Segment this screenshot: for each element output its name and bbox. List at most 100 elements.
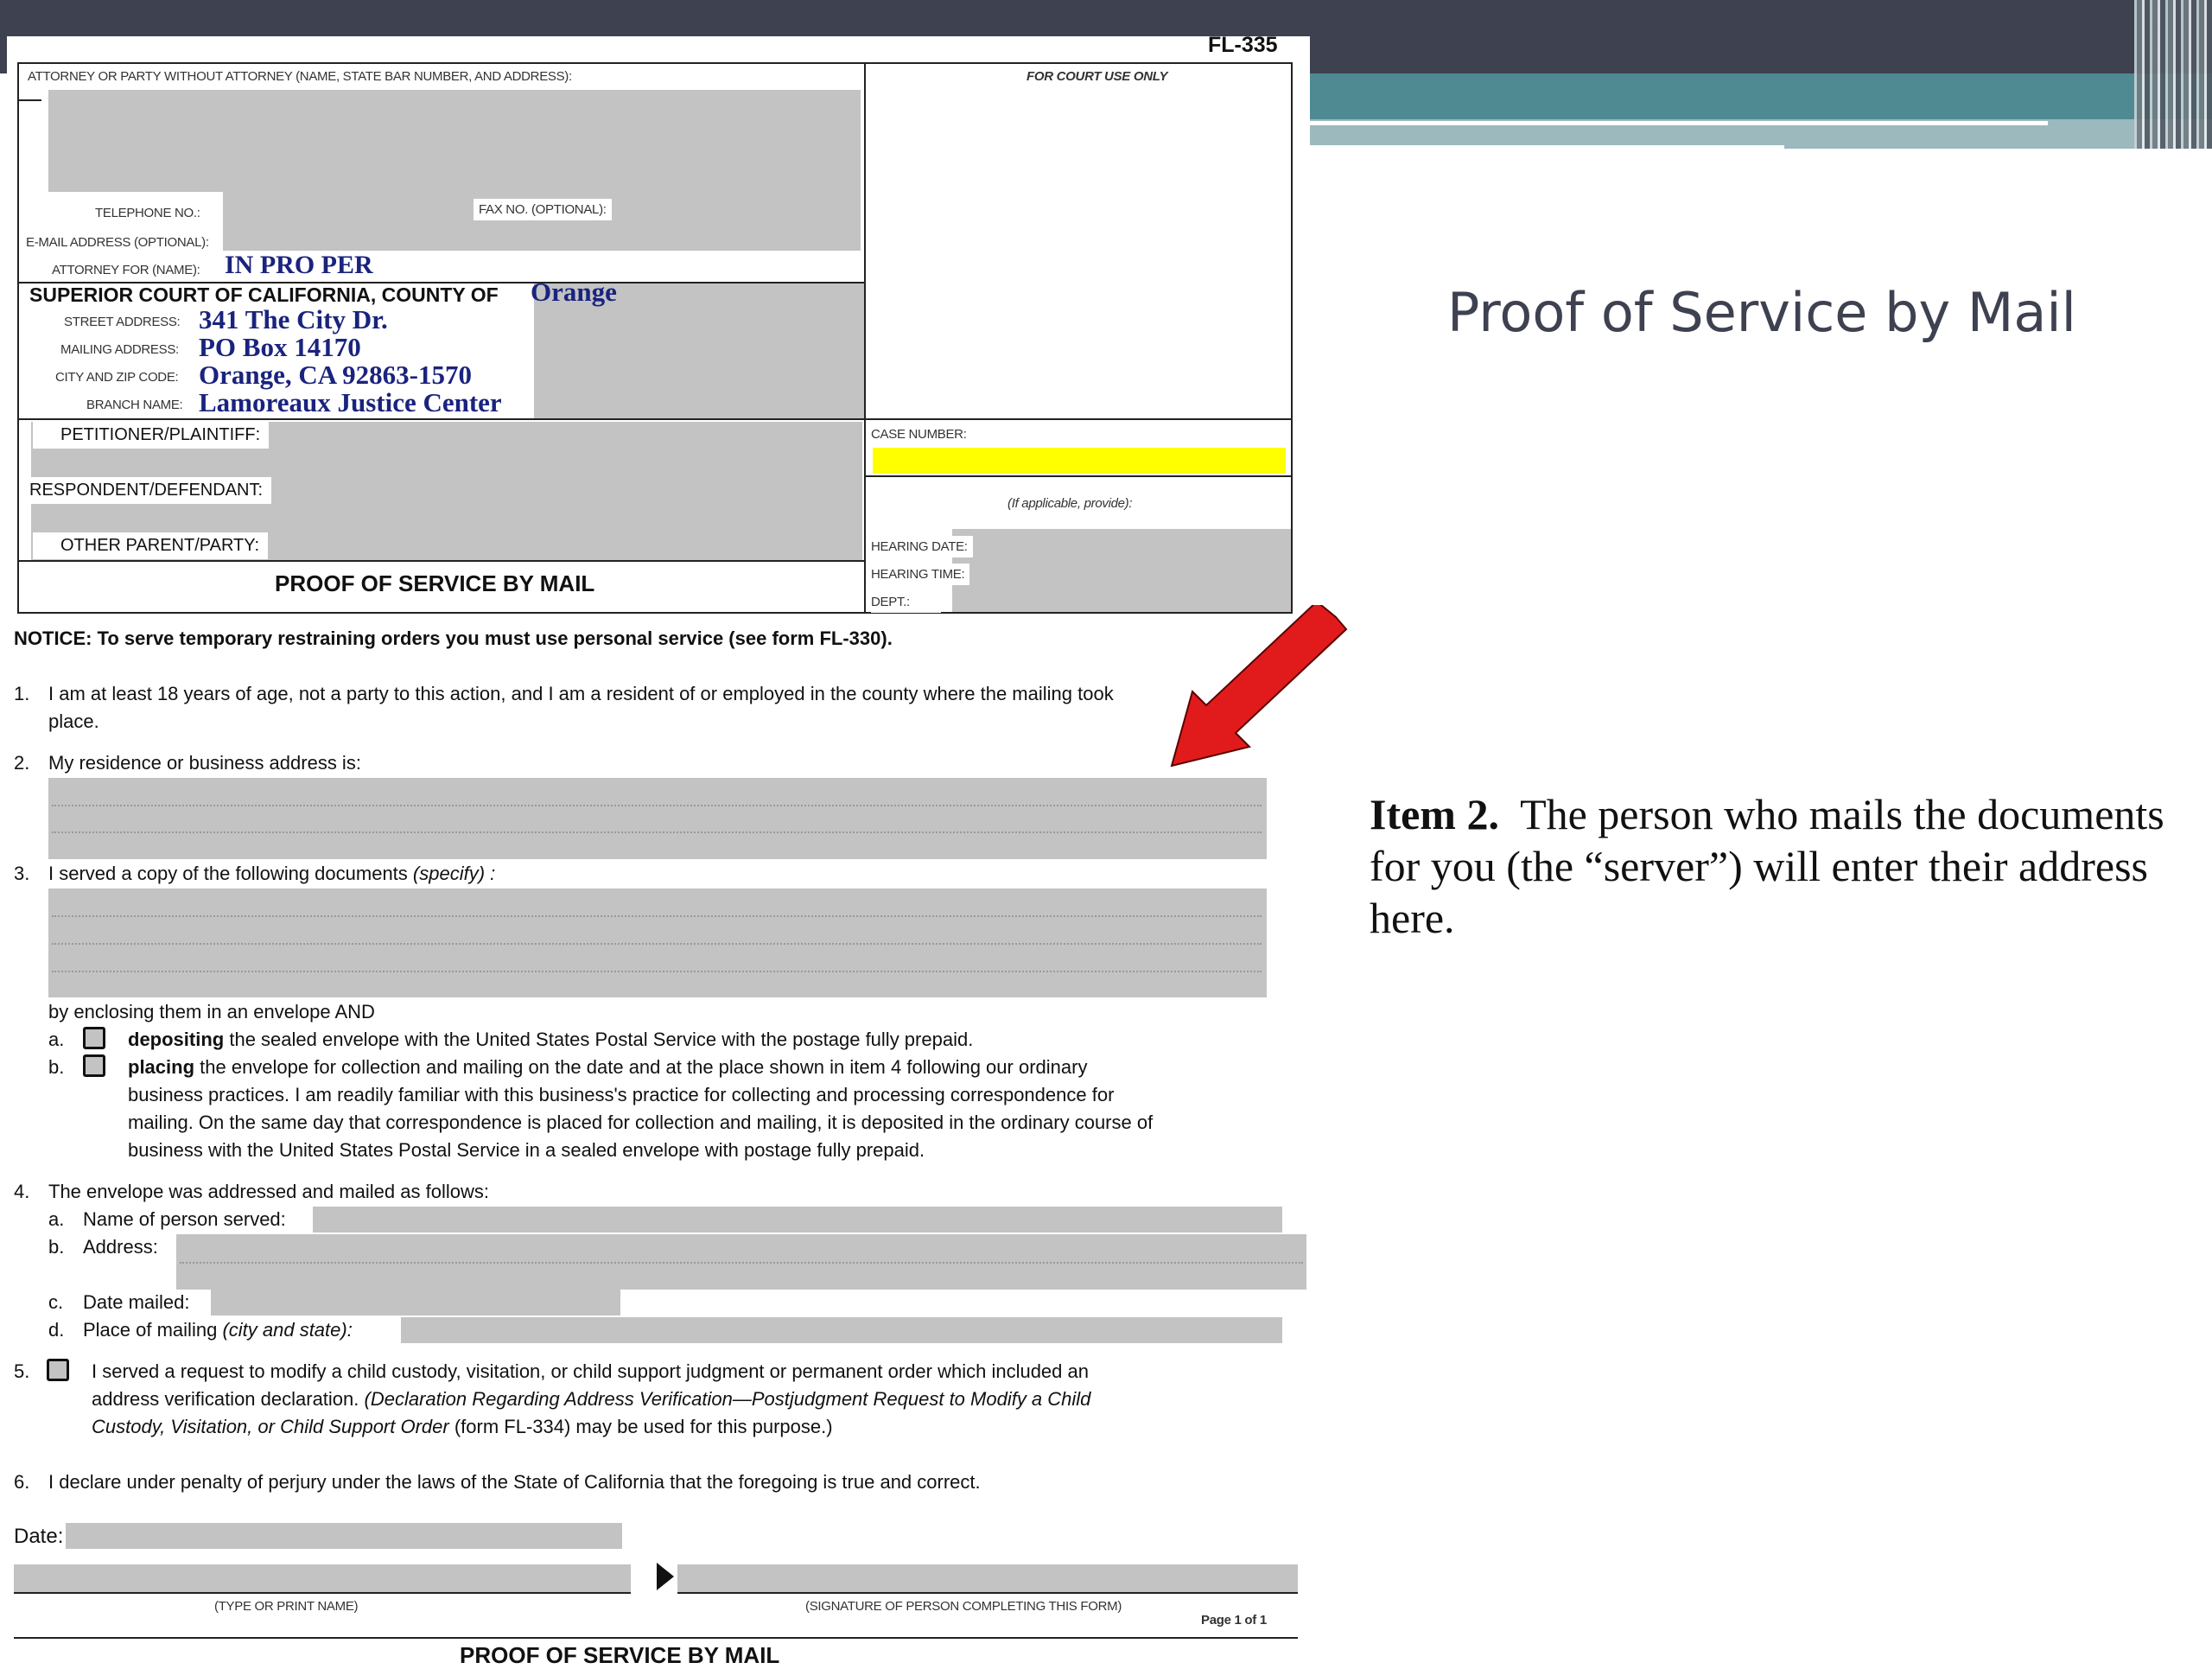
court-use-box [864,62,1293,420]
item4a-letter: a. [48,1208,65,1230]
form-fl335: FL-335 ATTORNEY OR PARTY WITHOUT ATTORNE… [7,33,1310,1668]
item4-number: 4. [14,1181,30,1202]
email-label: E-MAIL ADDRESS (Optional): [26,235,209,250]
form-title: PROOF OF SERVICE BY MAIL [275,570,595,596]
slide-caption: Item 2. The person who mails the documen… [1370,788,2182,944]
item3-specify: (specify) : [412,863,496,884]
mailing-label: MAILING ADDRESS: [60,342,179,357]
field-rule [52,971,1262,972]
item4c-letter: c. [48,1291,64,1313]
street-value[interactable]: 341 The City Dr. [199,304,388,335]
field-rule [52,805,1262,806]
item5-text-d: (form FL-334) may be used for this purpo… [454,1416,833,1437]
county-value[interactable]: Orange [531,277,617,308]
fax-label: FAX NO. (Optional): [474,199,612,220]
court-use-label: FOR COURT USE ONLY [1027,69,1168,84]
item5-text-cont: Custody, Visitation, or Child Support Or… [92,1416,833,1438]
petitioner-label: PETITIONER/PLAINTIFF: [33,422,270,449]
option-b-text-cont: mailing. On the same day that correspond… [128,1112,1154,1133]
hearing-fields[interactable] [952,529,1291,612]
item1-text: I am at least 18 years of age, not a par… [48,683,1114,704]
item5-number: 5. [14,1360,30,1382]
item5-text: I served a request to modify a child cus… [92,1360,1089,1382]
option-b-letter: b. [48,1056,65,1078]
option-a-bold: depositing [128,1029,225,1050]
field-rule [52,915,1262,917]
item3-text-main: I served a copy of the following documen… [48,863,408,884]
item3-number: 3. [14,863,30,884]
item1-number: 1. [14,683,30,704]
print-name-field[interactable] [14,1564,631,1592]
option-a-checkbox[interactable] [83,1027,105,1049]
server-address-field[interactable] [48,778,1267,859]
attorney-for-value[interactable]: IN PRO PER [225,251,373,280]
page-number: Page 1 of 1 [1201,1613,1267,1628]
enclosing-text: by enclosing them in an envelope AND [48,1001,375,1022]
divider [19,99,41,101]
slide-accent-line [1309,145,1784,149]
item4d-hint: (city and state): [222,1319,353,1341]
place-mailing-field[interactable] [401,1317,1282,1343]
option-b-text-cont: business with the United States Postal S… [128,1139,925,1161]
date-mailed-field[interactable] [211,1290,620,1315]
mailing-value[interactable]: PO Box 14170 [199,332,361,363]
case-number-label: CASE NUMBER: [871,427,967,442]
item4b-label: Address: [83,1236,158,1258]
person-served-field[interactable] [313,1207,1282,1233]
city-value[interactable]: Orange, CA 92863-1570 [199,360,472,391]
item5-text-a: address verification declaration. [92,1388,359,1410]
item5-checkbox[interactable] [47,1359,69,1381]
red-arrow-icon [1170,605,1348,768]
item3-text: I served a copy of the following documen… [48,863,495,885]
item2-text: My residence or business address is: [48,752,361,774]
signature-arrow-icon [657,1563,674,1590]
date-field[interactable] [66,1523,622,1549]
if-applicable-label: (If applicable, provide): [1007,496,1133,511]
option-b-bold: placing [128,1056,195,1078]
signature-rule [677,1592,1298,1594]
item4b-letter: b. [48,1236,65,1258]
item5-text-c: Custody, Visitation, or Child Support Or… [92,1416,449,1437]
slide-title: Proof of Service by Mail [1447,281,2076,344]
item4a-label: Name of person served: [83,1208,286,1230]
item5-text-cont: address verification declaration. (Decla… [92,1388,1090,1411]
other-parent-label: OTHER PARENT/PARTY: [33,532,269,559]
attorney-for-label: ATTORNEY FOR (Name): [52,263,200,277]
option-b-checkbox[interactable] [83,1054,105,1077]
case-number-field[interactable] [873,448,1286,474]
court-label: SUPERIOR COURT OF CALIFORNIA, COUNTY OF [29,283,499,306]
print-name-rule [14,1592,631,1594]
caption-bold: Item 2. [1370,790,1499,838]
date-label: Date: [14,1525,64,1548]
item1-text-cont: place. [48,710,99,732]
print-name-label: (TYPE OR PRINT NAME) [214,1599,359,1614]
option-b-text-cont: business practices. I am readily familia… [128,1084,1115,1105]
city-label: CITY AND ZIP CODE: [55,370,179,385]
slide-accent-band [1309,73,2212,119]
branch-label: BRANCH NAME: [86,398,183,412]
signature-field[interactable] [677,1564,1298,1592]
attorney-name-field[interactable] [48,90,861,192]
field-rule [180,1262,1303,1264]
attorney-label: ATTORNEY OR PARTY WITHOUT ATTORNEY (Name… [28,69,572,84]
form-id: FL-335 [1208,33,1278,57]
branch-value[interactable]: Lamoreaux Justice Center [199,387,502,418]
option-b-desc: the envelope for collection and mailing … [200,1056,1088,1078]
hearing-date-label: HEARING DATE: [871,536,973,557]
notice: NOTICE: To serve temporary restraining o… [14,627,893,649]
respondent-label: RESPONDENT/DEFENDANT: [19,477,272,504]
option-a-text: depositing the sealed envelope with the … [128,1029,973,1051]
item4d-label: Place of mailing (city and state): [83,1319,353,1341]
footer-title: PROOF OF SERVICE BY MAIL [460,1642,780,1668]
slide-accent-line [1309,121,2048,125]
dept-label: DEPT.: [871,591,941,613]
field-rule [52,831,1262,833]
option-a-desc: the sealed envelope with the United Stat… [229,1029,974,1050]
item4c-label: Date mailed: [83,1291,190,1313]
item4-text: The envelope was addressed and mailed as… [48,1181,489,1202]
item4d-letter: d. [48,1319,65,1341]
field-rule [52,943,1262,945]
option-a-letter: a. [48,1029,65,1050]
item6-text: I declare under penalty of perjury under… [48,1471,981,1493]
street-label: STREET ADDRESS: [64,315,181,329]
